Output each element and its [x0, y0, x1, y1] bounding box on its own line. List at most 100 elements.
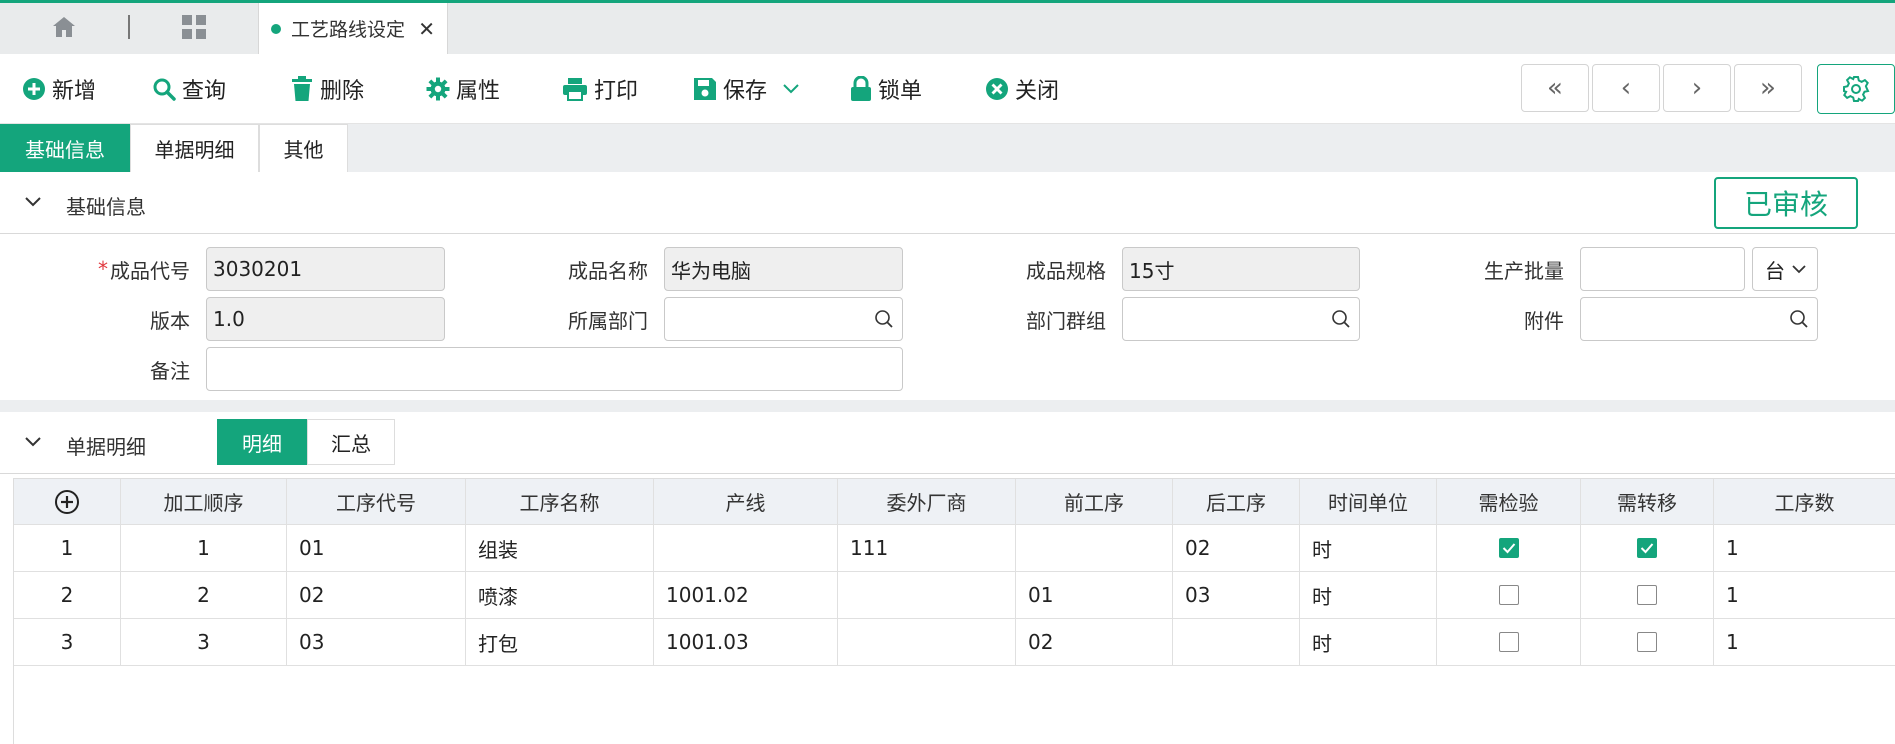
cell-prev[interactable]: 01 [1016, 572, 1173, 619]
nav-prev-button[interactable]: ‹ [1592, 64, 1660, 112]
cell-next[interactable] [1173, 619, 1300, 666]
column-header[interactable]: 时间单位 [1300, 479, 1437, 525]
column-header[interactable]: 需转移 [1581, 479, 1714, 525]
cell-vendor[interactable] [838, 572, 1016, 619]
table-row[interactable]: 2 2 02 喷漆 1001.02 01 03 时 1 [14, 572, 1895, 619]
inspect-checkbox[interactable] [1498, 632, 1519, 652]
add-row-button[interactable] [14, 479, 121, 525]
cell-line[interactable]: 1001.03 [654, 619, 838, 666]
cell-transfer[interactable] [1581, 572, 1714, 619]
floppy-icon [694, 78, 716, 100]
cell-line[interactable] [654, 525, 838, 572]
cell-seq[interactable]: 3 [121, 619, 287, 666]
product-code-field[interactable]: 3030201 [206, 247, 445, 291]
cell-count[interactable]: 1 [1714, 525, 1895, 572]
nav-next-button[interactable]: › [1663, 64, 1731, 112]
cell-count[interactable]: 1 [1714, 572, 1895, 619]
add-button[interactable]: 新增 [22, 54, 96, 124]
apps-button[interactable] [170, 12, 218, 42]
search-icon[interactable] [1789, 309, 1809, 329]
remark-field[interactable] [206, 347, 903, 391]
doc-tab-process-route[interactable]: 工艺路线设定 ✕ [258, 3, 448, 54]
collapse-detail-toggle[interactable] [24, 432, 42, 453]
cell-line[interactable]: 1001.02 [654, 572, 838, 619]
chevron-left-icon: ‹ [1620, 73, 1632, 103]
batch-unit-select[interactable]: 台 [1752, 247, 1818, 291]
transfer-checkbox[interactable] [1637, 632, 1657, 652]
close-icon[interactable]: ✕ [418, 17, 435, 41]
search-icon[interactable] [874, 309, 894, 329]
cell-inspect[interactable] [1437, 572, 1581, 619]
save-dropdown-toggle[interactable] [782, 54, 806, 124]
cell-unit[interactable]: 时 [1300, 619, 1437, 666]
column-header[interactable]: 工序代号 [287, 479, 466, 525]
table-row[interactable]: 3 3 03 打包 1001.03 02 时 1 [14, 619, 1895, 666]
product-code-label-text: 成品代号 [110, 258, 190, 283]
table-row[interactable]: 1 1 01 组装 111 02 时 1 [14, 525, 1895, 572]
transfer-checkbox[interactable] [1637, 538, 1657, 558]
subtab-detail[interactable]: 明细 [217, 419, 307, 465]
cell-transfer[interactable] [1581, 525, 1714, 572]
column-header[interactable]: 加工顺序 [121, 479, 287, 525]
cell-name[interactable]: 喷漆 [466, 572, 654, 619]
column-header[interactable]: 前工序 [1016, 479, 1173, 525]
doc-tab-label: 工艺路线设定 [291, 19, 406, 41]
print-button[interactable]: 打印 [562, 54, 638, 124]
cell-name[interactable]: 打包 [466, 619, 654, 666]
cell-code[interactable]: 01 [287, 525, 466, 572]
query-button[interactable]: 查询 [152, 54, 226, 124]
cell-seq[interactable]: 2 [121, 572, 287, 619]
subtab-summary[interactable]: 汇总 [307, 419, 395, 465]
nav-first-button[interactable]: « [1521, 64, 1589, 112]
tab-other[interactable]: 其他 [259, 124, 348, 172]
properties-button[interactable]: 属性 [426, 54, 500, 124]
column-header[interactable]: 工序数 [1714, 479, 1895, 525]
column-header[interactable]: 产线 [654, 479, 838, 525]
dept-field[interactable] [664, 297, 903, 341]
transfer-checkbox[interactable] [1637, 585, 1657, 605]
delete-button[interactable]: 删除 [290, 54, 364, 124]
cell-inspect[interactable] [1437, 525, 1581, 572]
inspect-checkbox[interactable] [1498, 585, 1519, 605]
cell-count[interactable]: 1 [1714, 619, 1895, 666]
save-button[interactable]: 保存 [693, 54, 767, 124]
tab-doc-detail[interactable]: 单据明细 [130, 124, 259, 172]
cell-transfer[interactable] [1581, 619, 1714, 666]
product-name-field[interactable]: 华为电脑 [664, 247, 903, 291]
version-field[interactable]: 1.0 [206, 297, 445, 341]
lock-button[interactable]: 锁单 [850, 54, 922, 124]
cell-vendor[interactable]: 111 [838, 525, 1016, 572]
column-header[interactable]: 委外厂商 [838, 479, 1016, 525]
query-label: 查询 [182, 79, 227, 104]
dept-group-field[interactable] [1122, 297, 1360, 341]
required-asterisk: * [98, 257, 108, 281]
tab-base-info[interactable]: 基础信息 [0, 124, 130, 172]
cell-vendor[interactable] [838, 619, 1016, 666]
cell-next[interactable]: 02 [1173, 525, 1300, 572]
cell-name[interactable]: 组装 [466, 525, 654, 572]
collapse-base-info-toggle[interactable] [24, 192, 42, 213]
close-button[interactable]: 关闭 [985, 54, 1059, 124]
cell-code[interactable]: 02 [287, 572, 466, 619]
cell-prev[interactable]: 02 [1016, 619, 1173, 666]
cell-unit[interactable]: 时 [1300, 525, 1437, 572]
cell-next[interactable]: 03 [1173, 572, 1300, 619]
inspect-checkbox[interactable] [1498, 538, 1519, 558]
home-button[interactable] [40, 12, 88, 42]
cell-prev[interactable] [1016, 525, 1173, 572]
version-value: 1.0 [213, 307, 245, 331]
cell-unit[interactable]: 时 [1300, 572, 1437, 619]
cell-seq[interactable]: 1 [121, 525, 287, 572]
search-icon[interactable] [1331, 309, 1351, 329]
column-header[interactable]: 工序名称 [466, 479, 654, 525]
attachment-field[interactable] [1580, 297, 1818, 341]
column-header[interactable]: 需检验 [1437, 479, 1581, 525]
cell-code[interactable]: 03 [287, 619, 466, 666]
cell-inspect[interactable] [1437, 619, 1581, 666]
grid-icon [182, 15, 206, 39]
nav-last-button[interactable]: » [1734, 64, 1802, 112]
batch-field[interactable] [1580, 247, 1745, 291]
settings-button[interactable] [1817, 64, 1895, 114]
column-header[interactable]: 后工序 [1173, 479, 1300, 525]
product-spec-field[interactable]: 15寸 [1122, 247, 1360, 291]
